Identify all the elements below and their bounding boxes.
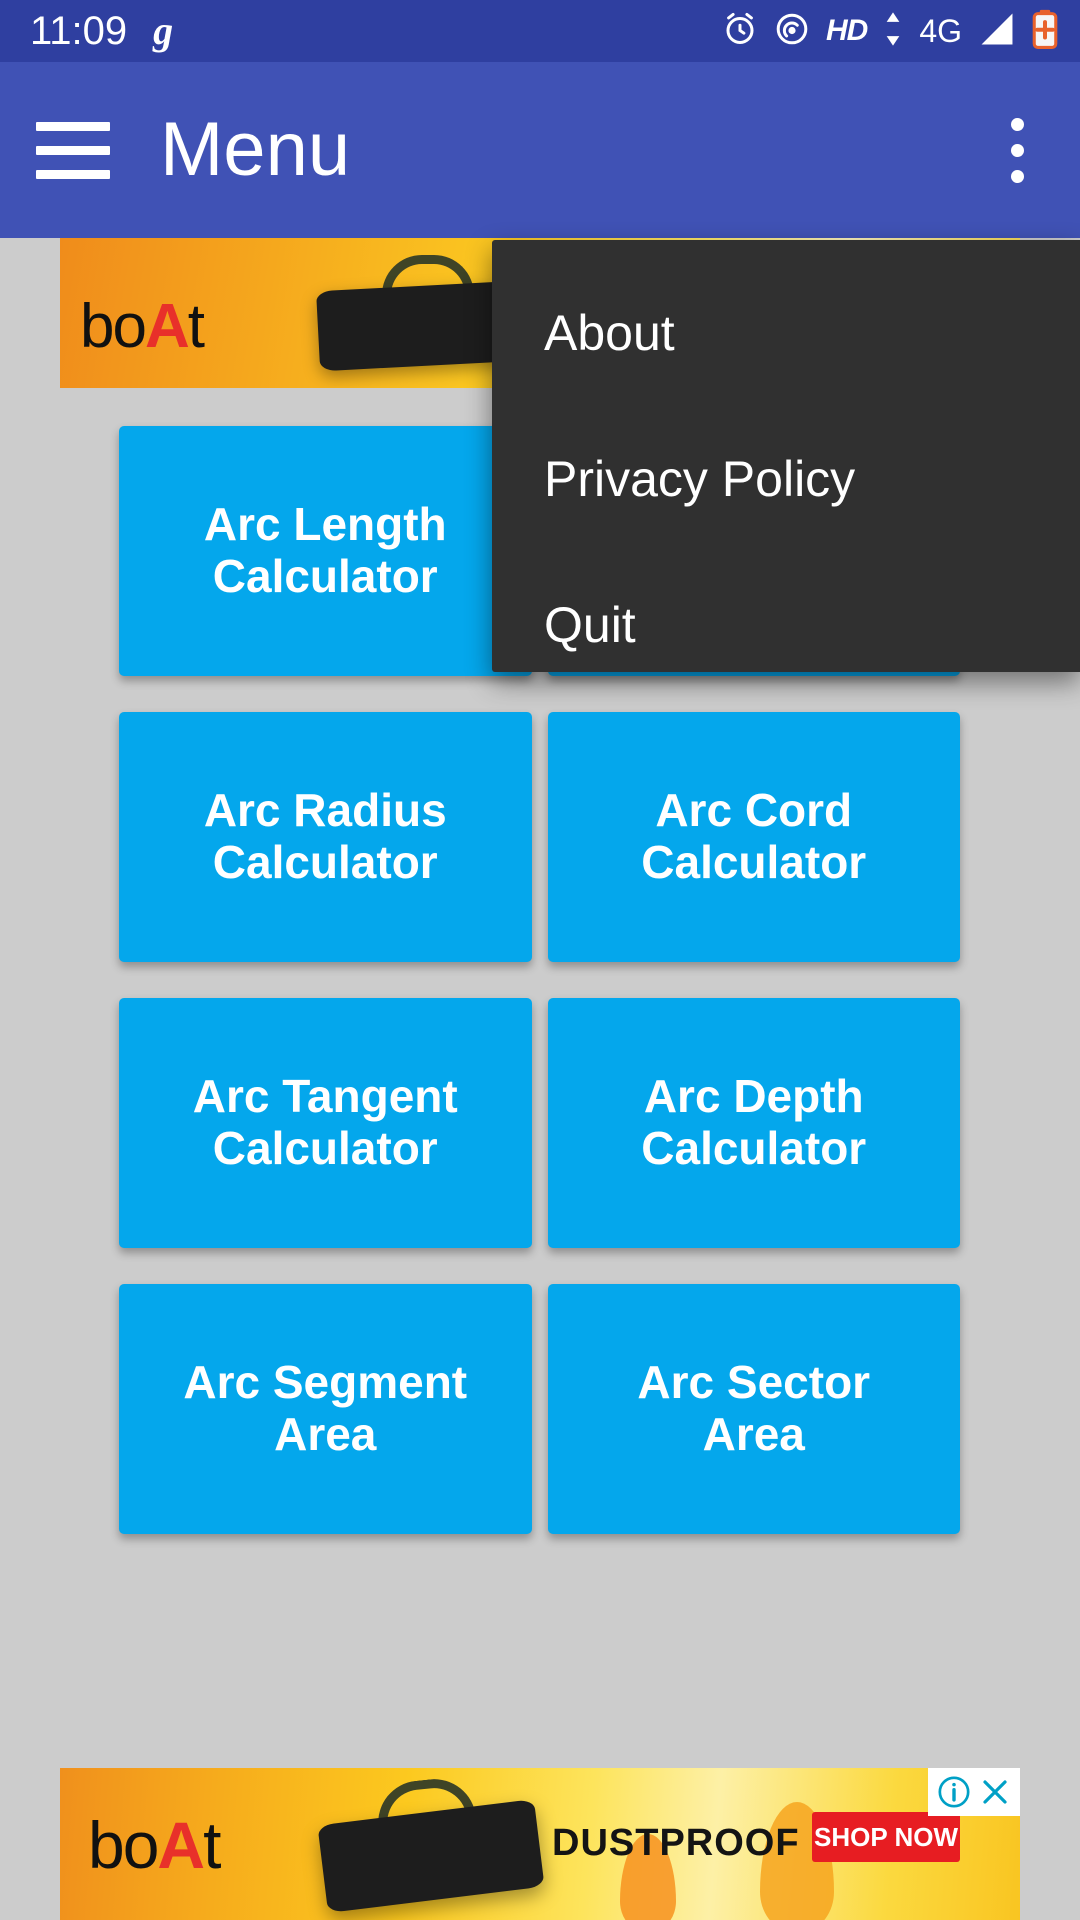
ad-close-icon[interactable]: [979, 1776, 1011, 1808]
grid-row: Arc Tangent Calculator Arc Depth Calcula…: [0, 998, 1080, 1248]
ad-speaker-graphic: [317, 1799, 545, 1913]
ad-brand-prefix: bo: [88, 1808, 159, 1882]
card-label: Arc Sector Area: [637, 1356, 871, 1460]
overflow-dot: [1010, 117, 1024, 131]
ad-brand-accent: A: [144, 292, 190, 361]
grid-row: Arc Segment Area Arc Sector Area: [0, 1284, 1080, 1534]
hd-indicator: HD: [825, 14, 868, 47]
ad-brand-logo: boAt: [88, 1812, 221, 1878]
ad-brand-prefix: bo: [80, 292, 147, 361]
menu-item-privacy-policy[interactable]: Privacy Policy: [492, 406, 1080, 552]
card-arc-cord-calculator[interactable]: Arc Cord Calculator: [547, 712, 960, 962]
data-transfer-arrows-icon: [883, 10, 903, 53]
card-arc-segment-area[interactable]: Arc Segment Area: [119, 1284, 532, 1534]
hamburger-bar: [36, 169, 110, 179]
menu-item-label: Quit: [544, 597, 636, 653]
ad-brand-logo: boAt: [80, 296, 205, 358]
card-label: Arc Cord Calculator: [641, 784, 867, 888]
ad-brand-suffix: t: [187, 292, 205, 361]
menu-item-about[interactable]: About: [492, 260, 1080, 406]
card-arc-depth-calculator[interactable]: Arc Depth Calculator: [547, 998, 960, 1248]
adchoices-bar: [928, 1768, 1020, 1816]
phone-screen: 11:09 g HD 4G Menu boAt Arc Length Calcu…: [0, 0, 1080, 1920]
status-clock: 11:09: [30, 9, 128, 53]
ad-brand-accent: A: [157, 1808, 205, 1882]
overflow-dots-icon[interactable]: [982, 95, 1052, 205]
notification-g-icon: g: [153, 8, 174, 53]
card-arc-radius-calculator[interactable]: Arc Radius Calculator: [119, 712, 532, 962]
status-bar: 11:09 g HD 4G: [0, 0, 1080, 62]
app-bar: Menu: [0, 62, 1080, 238]
alarm-icon: [722, 11, 758, 52]
card-label: Arc Segment Area: [183, 1356, 468, 1460]
grid-row: Arc Radius Calculator Arc Cord Calculato…: [0, 712, 1080, 962]
status-bar-right: HD 4G: [722, 9, 1058, 54]
menu-item-label: About: [544, 305, 675, 361]
card-label: Arc Tangent Calculator: [192, 1070, 458, 1174]
menu-item-label: Privacy Policy: [544, 451, 856, 507]
page-title: Menu: [160, 107, 351, 192]
hamburger-icon[interactable]: [30, 114, 116, 186]
card-arc-length-calculator[interactable]: Arc Length Calculator: [119, 426, 532, 676]
hamburger-bar: [36, 121, 110, 131]
overflow-dot: [1010, 169, 1024, 183]
adchoices-info-icon[interactable]: [937, 1775, 971, 1809]
hamburger-bar: [36, 145, 110, 155]
network-type-label: 4G: [919, 13, 962, 49]
menu-item-quit[interactable]: Quit: [492, 552, 1080, 698]
signal-strength-icon: [978, 12, 1016, 51]
card-arc-tangent-calculator[interactable]: Arc Tangent Calculator: [119, 998, 532, 1248]
status-bar-left: 11:09 g: [30, 8, 174, 53]
card-label: Arc Length Calculator: [203, 498, 447, 602]
ad-headline: DUSTPROOF: [552, 1822, 800, 1864]
overflow-dot: [1010, 143, 1024, 157]
bottom-ad-banner[interactable]: boAt DUSTPROOF SHOP NOW: [60, 1768, 1020, 1920]
ad-brand-suffix: t: [203, 1808, 221, 1882]
card-arc-sector-area[interactable]: Arc Sector Area: [547, 1284, 960, 1534]
hotspot-icon: [774, 11, 810, 52]
shop-now-button[interactable]: SHOP NOW: [812, 1812, 960, 1862]
card-label: Arc Depth Calculator: [641, 1070, 867, 1174]
battery-charging-icon: [1032, 9, 1058, 54]
card-label: Arc Radius Calculator: [203, 784, 447, 888]
overflow-dropdown-menu: About Privacy Policy Quit: [492, 240, 1080, 672]
shop-now-label: SHOP NOW: [814, 1822, 958, 1852]
